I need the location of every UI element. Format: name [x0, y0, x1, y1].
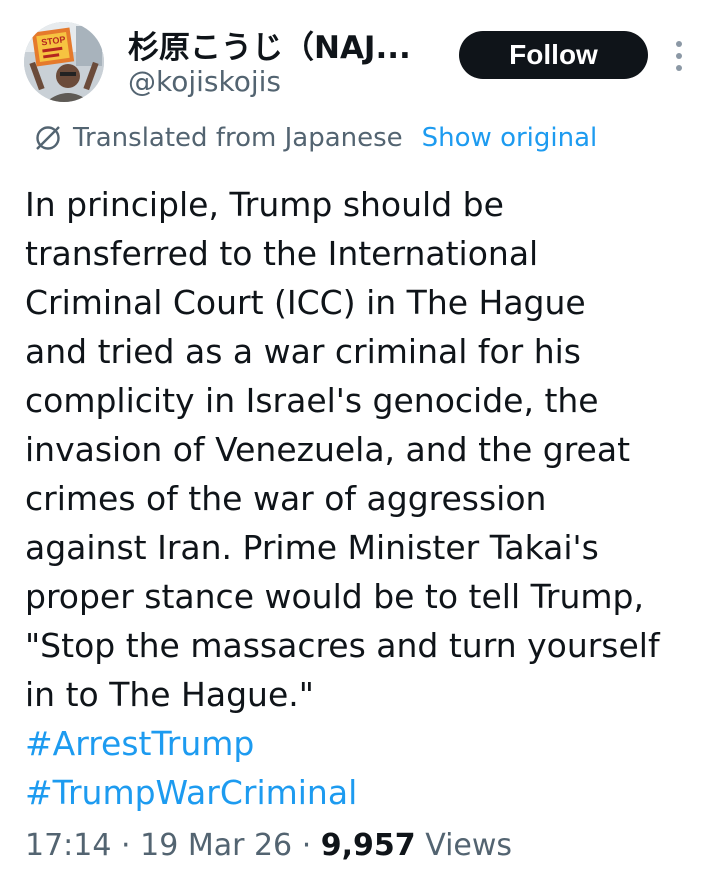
tweet-text-line: complicity in Israel's genocide, the [25, 381, 599, 420]
show-original-link[interactable]: Show original [422, 123, 598, 153]
tweet-text-line: in to The Hague." [25, 675, 314, 714]
tweet-text-line: "Stop the massacres and turn yourself [25, 626, 660, 665]
tweet-text-line: and tried as a war criminal for his [25, 332, 582, 371]
tweet-text-line: crimes of the war of aggression [25, 479, 547, 518]
author-display-name[interactable]: 杉原こうじ（NAJ... [128, 22, 411, 67]
avatar-photo: STOP [24, 22, 104, 102]
meta-separator: · [121, 828, 131, 863]
translation-notice: Translated from Japanese Show original [33, 118, 597, 158]
hashtag-trump-war-criminal[interactable]: #TrumpWarCriminal [25, 768, 715, 817]
translated-label: Translated from Japanese [73, 123, 403, 153]
tweet-text-line: Criminal Court (ICC) in The Hague [25, 283, 586, 322]
tweet-text-line: proper stance would be to tell Trump, [25, 577, 644, 616]
tweet-time[interactable]: 17:14 [25, 828, 111, 863]
tweet-text-line: invasion of Venezuela, and the great [25, 430, 631, 469]
follow-button[interactable]: Follow [459, 31, 648, 79]
author-handle[interactable]: @kojiskojis [128, 65, 281, 98]
tweet-date[interactable]: 19 Mar 26 [140, 828, 292, 863]
tweet-meta: 17:14 · 19 Mar 26 · 9,957 Views [25, 828, 512, 863]
views-count: 9,957 [320, 828, 416, 863]
tweet-text: In principle, Trump should be transferre… [25, 180, 715, 817]
translate-globe-icon [36, 126, 60, 150]
meta-separator: · [301, 828, 312, 863]
tweet-text-line: against Iran. Prime Minister Takai's [25, 528, 599, 567]
more-vertical-icon[interactable] [669, 38, 689, 74]
views-label: Views [425, 828, 513, 863]
tweet-text-line: transferred to the International [25, 234, 539, 273]
tweet-text-line: In principle, Trump should be [25, 185, 504, 224]
hashtag-arrest-trump[interactable]: #ArrestTrump [25, 719, 715, 768]
avatar[interactable]: STOP [24, 22, 104, 102]
